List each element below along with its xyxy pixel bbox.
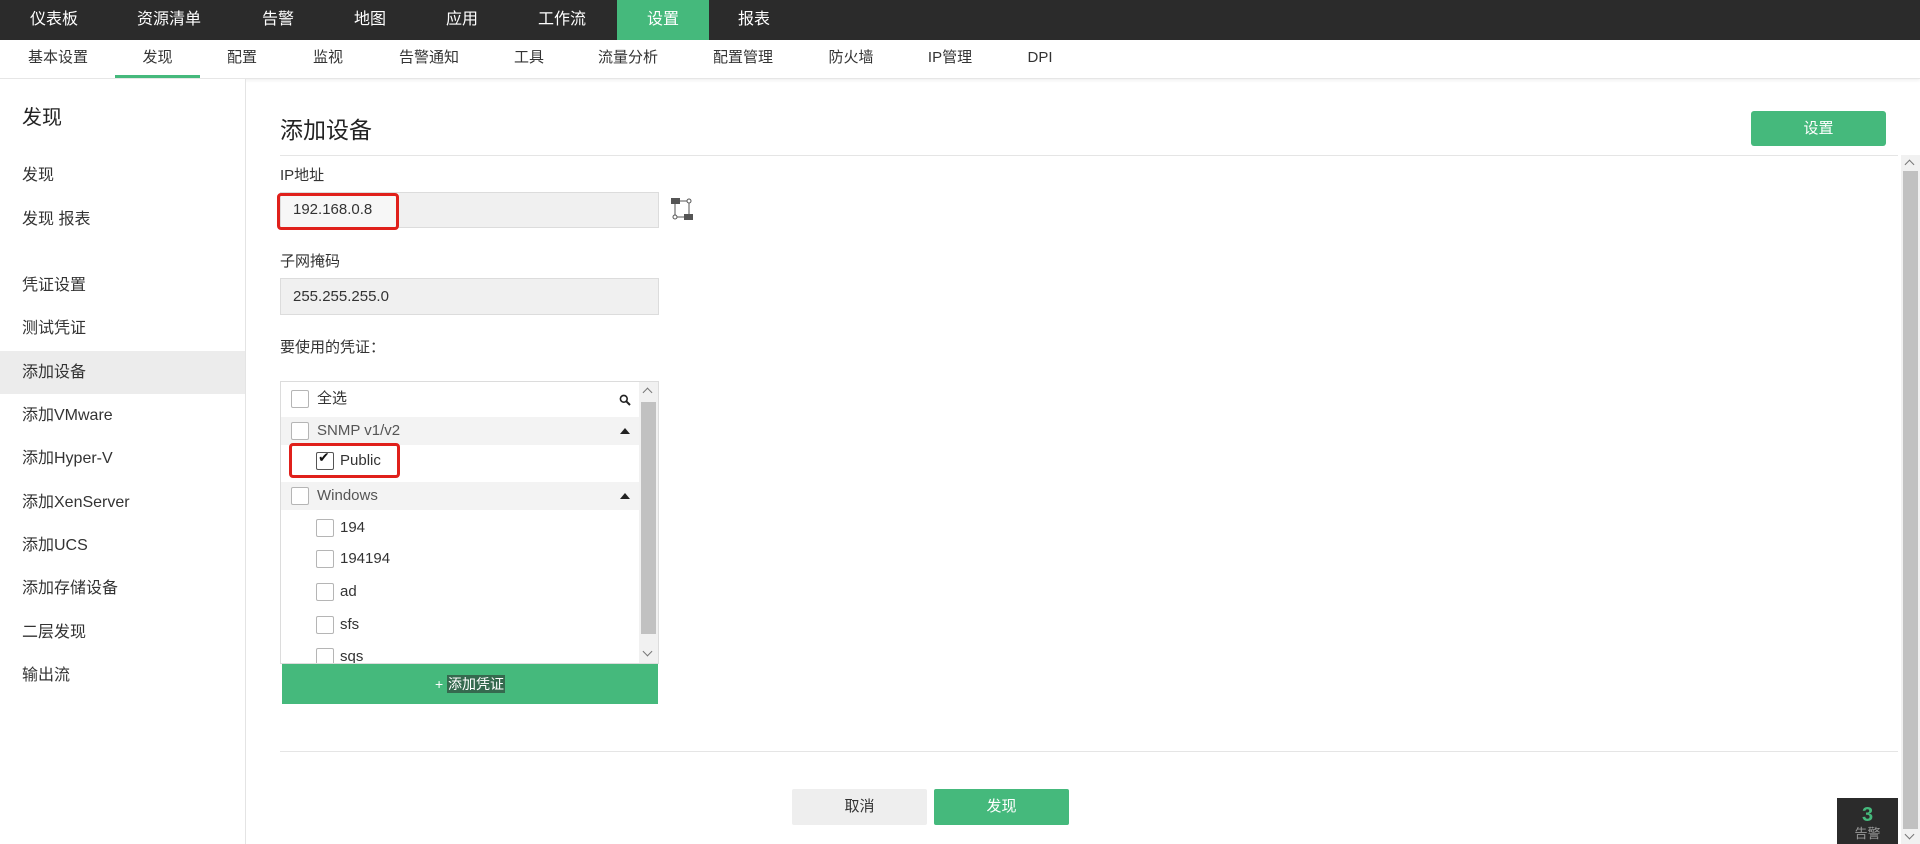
top-nav-apps[interactable]: 应用 <box>424 0 500 40</box>
settings-button[interactable]: 设置 <box>1751 111 1886 146</box>
top-nav-bar: 仪表板 资源清单 告警 地图 应用 工作流 设置 报表 <box>0 0 1920 40</box>
list-item[interactable]: 194194 <box>281 545 639 573</box>
list-item[interactable]: ad <box>281 578 639 606</box>
sidebar-item-add-storage[interactable]: 添加存储设备 <box>0 567 245 610</box>
credential-label: 194194 <box>340 550 391 567</box>
credential-label: 194 <box>340 519 366 536</box>
subnet-mask-label: 子网掩码 <box>280 253 341 270</box>
sidebar-item-add-xenserver[interactable]: 添加XenServer <box>0 481 245 524</box>
list-item[interactable]: sqs <box>281 643 639 664</box>
sidebar-item-export-flow[interactable]: 输出流 <box>0 654 245 697</box>
credentials-scrollbar[interactable] <box>639 382 658 663</box>
credentials-label: 要使用的凭证： <box>280 339 386 356</box>
annotation-highlight-ip <box>277 193 399 230</box>
sidebar-item-add-ucs[interactable]: 添加UCS <box>0 524 245 567</box>
title-divider <box>280 155 1898 156</box>
credentials-list: 全选 SNMP v1/v2 Public Windows 194 194194 … <box>280 381 659 664</box>
group-checkbox[interactable] <box>291 487 309 505</box>
sidebar-title: 发现 <box>22 107 62 129</box>
add-credential-button[interactable]: + 添加凭证 <box>282 664 658 704</box>
sidebar: 发现 发现 发现 报表 凭证设置 测试凭证 添加设备 添加VMware 添加Hy… <box>0 79 246 844</box>
list-item-select-all[interactable]: 全选 <box>281 385 639 413</box>
sidebar-item-add-hyper-v[interactable]: 添加Hyper-V <box>0 437 245 480</box>
caret-up-icon[interactable] <box>620 428 630 434</box>
credential-label: sqs <box>340 648 364 664</box>
tab-discovery[interactable]: 发现 <box>115 40 200 78</box>
chevron-down-icon[interactable] <box>642 646 653 657</box>
select-all-label: 全选 <box>317 390 348 407</box>
tab-alarm-notifications[interactable]: 告警通知 <box>389 40 469 78</box>
sidebar-item-add-vmware[interactable]: 添加VMware <box>0 394 245 437</box>
caret-up-icon[interactable] <box>620 493 630 499</box>
tab-monitoring[interactable]: 监视 <box>298 40 358 78</box>
tab-dpi[interactable]: DPI <box>1015 40 1065 78</box>
top-nav-alarms[interactable]: 告警 <box>240 0 316 40</box>
group-label: Windows <box>317 487 378 504</box>
annotation-highlight-public <box>289 443 400 478</box>
group-label: SNMP v1/v2 <box>317 422 401 439</box>
sub-nav-bar: 基本设置 发现 配置 监视 告警通知 工具 流量分析 配置管理 防火墙 IP管理… <box>0 40 1920 79</box>
sidebar-item-credential-settings[interactable]: 凭证设置 <box>0 264 245 307</box>
tab-basic-settings[interactable]: 基本设置 <box>18 40 98 78</box>
top-nav-workflow[interactable]: 工作流 <box>520 0 604 40</box>
tab-traffic-analysis[interactable]: 流量分析 <box>588 40 668 78</box>
alarm-badge[interactable]: 3 告警 <box>1837 798 1898 844</box>
tab-config-management[interactable]: 配置管理 <box>703 40 783 78</box>
credential-checkbox[interactable] <box>316 648 334 663</box>
tab-firewall[interactable]: 防火墙 <box>816 40 886 78</box>
scrollbar-thumb[interactable] <box>641 402 656 634</box>
footer-divider <box>280 751 1898 752</box>
chevron-up-icon[interactable] <box>1904 159 1915 170</box>
chevron-down-icon[interactable] <box>1904 829 1915 840</box>
tab-configuration[interactable]: 配置 <box>212 40 272 78</box>
sidebar-item-layer2-discovery[interactable]: 二层发现 <box>0 611 245 654</box>
top-nav-maps[interactable]: 地图 <box>332 0 408 40</box>
credential-checkbox[interactable] <box>316 616 334 634</box>
group-checkbox[interactable] <box>291 422 309 440</box>
credential-label: ad <box>340 583 357 600</box>
tab-ip-management[interactable]: IP管理 <box>910 40 990 78</box>
search-icon[interactable] <box>619 394 631 406</box>
list-item[interactable]: 194 <box>281 514 639 542</box>
credential-group-windows[interactable]: Windows <box>281 482 639 510</box>
tab-tools[interactable]: 工具 <box>499 40 559 78</box>
top-nav-dashboard[interactable]: 仪表板 <box>10 0 98 40</box>
sidebar-item-discovery-report[interactable]: 发现 报表 <box>0 198 245 241</box>
chevron-up-icon[interactable] <box>642 387 653 398</box>
select-all-checkbox[interactable] <box>291 390 309 408</box>
page-scrollbar[interactable] <box>1901 155 1920 844</box>
credential-label: sfs <box>340 616 360 633</box>
page-title: 添加设备 <box>280 117 372 143</box>
sidebar-item-discovery[interactable]: 发现 <box>0 154 245 197</box>
list-item[interactable]: sfs <box>281 611 639 639</box>
sidebar-item-test-credentials[interactable]: 测试凭证 <box>0 307 245 350</box>
cancel-button[interactable]: 取消 <box>792 789 927 825</box>
top-nav-inventory[interactable]: 资源清单 <box>124 0 214 40</box>
credential-checkbox[interactable] <box>316 519 334 537</box>
alarm-label: 告警 <box>1854 826 1881 841</box>
top-nav-settings[interactable]: 设置 <box>617 0 709 40</box>
ip-address-label: IP地址 <box>280 167 325 184</box>
top-nav-reports[interactable]: 报表 <box>716 0 792 40</box>
credential-group-snmp[interactable]: SNMP v1/v2 <box>281 417 639 445</box>
plus-icon: + <box>434 676 444 692</box>
subnet-mask-field[interactable]: 255.255.255.0 <box>280 278 659 315</box>
discover-button[interactable]: 发现 <box>934 789 1069 825</box>
sidebar-item-add-device[interactable]: 添加设备 <box>0 351 245 394</box>
credential-checkbox[interactable] <box>316 550 334 568</box>
credential-checkbox[interactable] <box>316 583 334 601</box>
scrollbar-thumb[interactable] <box>1903 171 1918 829</box>
add-credential-label: 添加凭证 <box>447 675 506 693</box>
alarm-count: 3 <box>1861 804 1874 826</box>
network-topology-icon[interactable] <box>670 196 694 222</box>
